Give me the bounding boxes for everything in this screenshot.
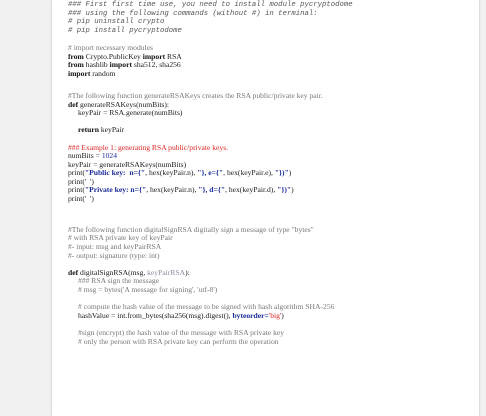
return-value: keyPair [98,125,125,135]
string-literal: "}, e={" [197,168,224,178]
string-literal: "})" [277,185,292,195]
code-text: ) [281,310,284,320]
code-text: , hex(keyPair.n), [146,185,199,195]
string-literal: "}, d={" [198,185,226,195]
keyword: def [68,99,79,109]
sign-body-comment: # msg = bytes('A message for signing', '… [78,285,218,294]
string-literal: "Public key: n={" [84,168,146,178]
keyword: import [68,68,91,78]
import-name: sha512, sha256 [131,60,181,70]
example-comment: ### Example 1: generating RSA public/pri… [68,142,229,152]
genkeys-return: return keyPair [68,126,473,135]
import-line: from hashlib import sha512, sha256 [68,60,473,70]
header-comment: ### First first time use, you need to in… [68,1,353,9]
code-text: , hex(keyPair.e), [223,168,275,178]
import-line: import random [68,68,473,79]
string-literal: 'big' [268,310,282,320]
code-text: hashValue = int.from_bytes(sha256(msg).d… [78,310,233,320]
print-blank: print(' ') [68,194,94,204]
code-text: print( [68,168,85,178]
print-private-key: print("Private key: n={", hex(keyPair.n)… [68,186,473,195]
sign-comment: #- output: signature (type: int) [68,250,160,260]
code-text: ) [288,168,292,178]
sign-body-comment: # only the person with RSA private key c… [78,336,279,346]
code-listing: ### First first time use, you need to in… [68,1,473,346]
document-page: ### First first time use, you need to in… [52,0,479,416]
code-text: ): [185,267,190,277]
import-name: random [90,68,116,78]
print-public-key: print("Public key: n={", hex(keyPair.n),… [68,168,473,178]
string-literal: "})" [274,168,289,178]
header-comment: # pip uninstall crypto [68,18,165,27]
hash-line: hashValue = int.from_bytes(sha256(msg).d… [68,310,473,321]
number-literal: 1024 [101,151,118,161]
string-literal: "Private key: n={" [84,185,147,195]
genkeys-body: keyPair = RSA.generate(numBits) [78,108,183,118]
variable: numBits = [68,151,102,161]
keyword: return [78,125,99,135]
keyword-argument: byteorder= [232,310,269,320]
code-text: , hex(keyPair.d), [225,185,278,195]
code-text: , hex(keyPair.n), [145,168,198,178]
header-comment: ### using the following commands (withou… [68,9,318,18]
keyword: def [68,267,79,277]
code-text: ) [291,185,294,195]
header-comment: # pip install pycryptodome [68,26,182,35]
